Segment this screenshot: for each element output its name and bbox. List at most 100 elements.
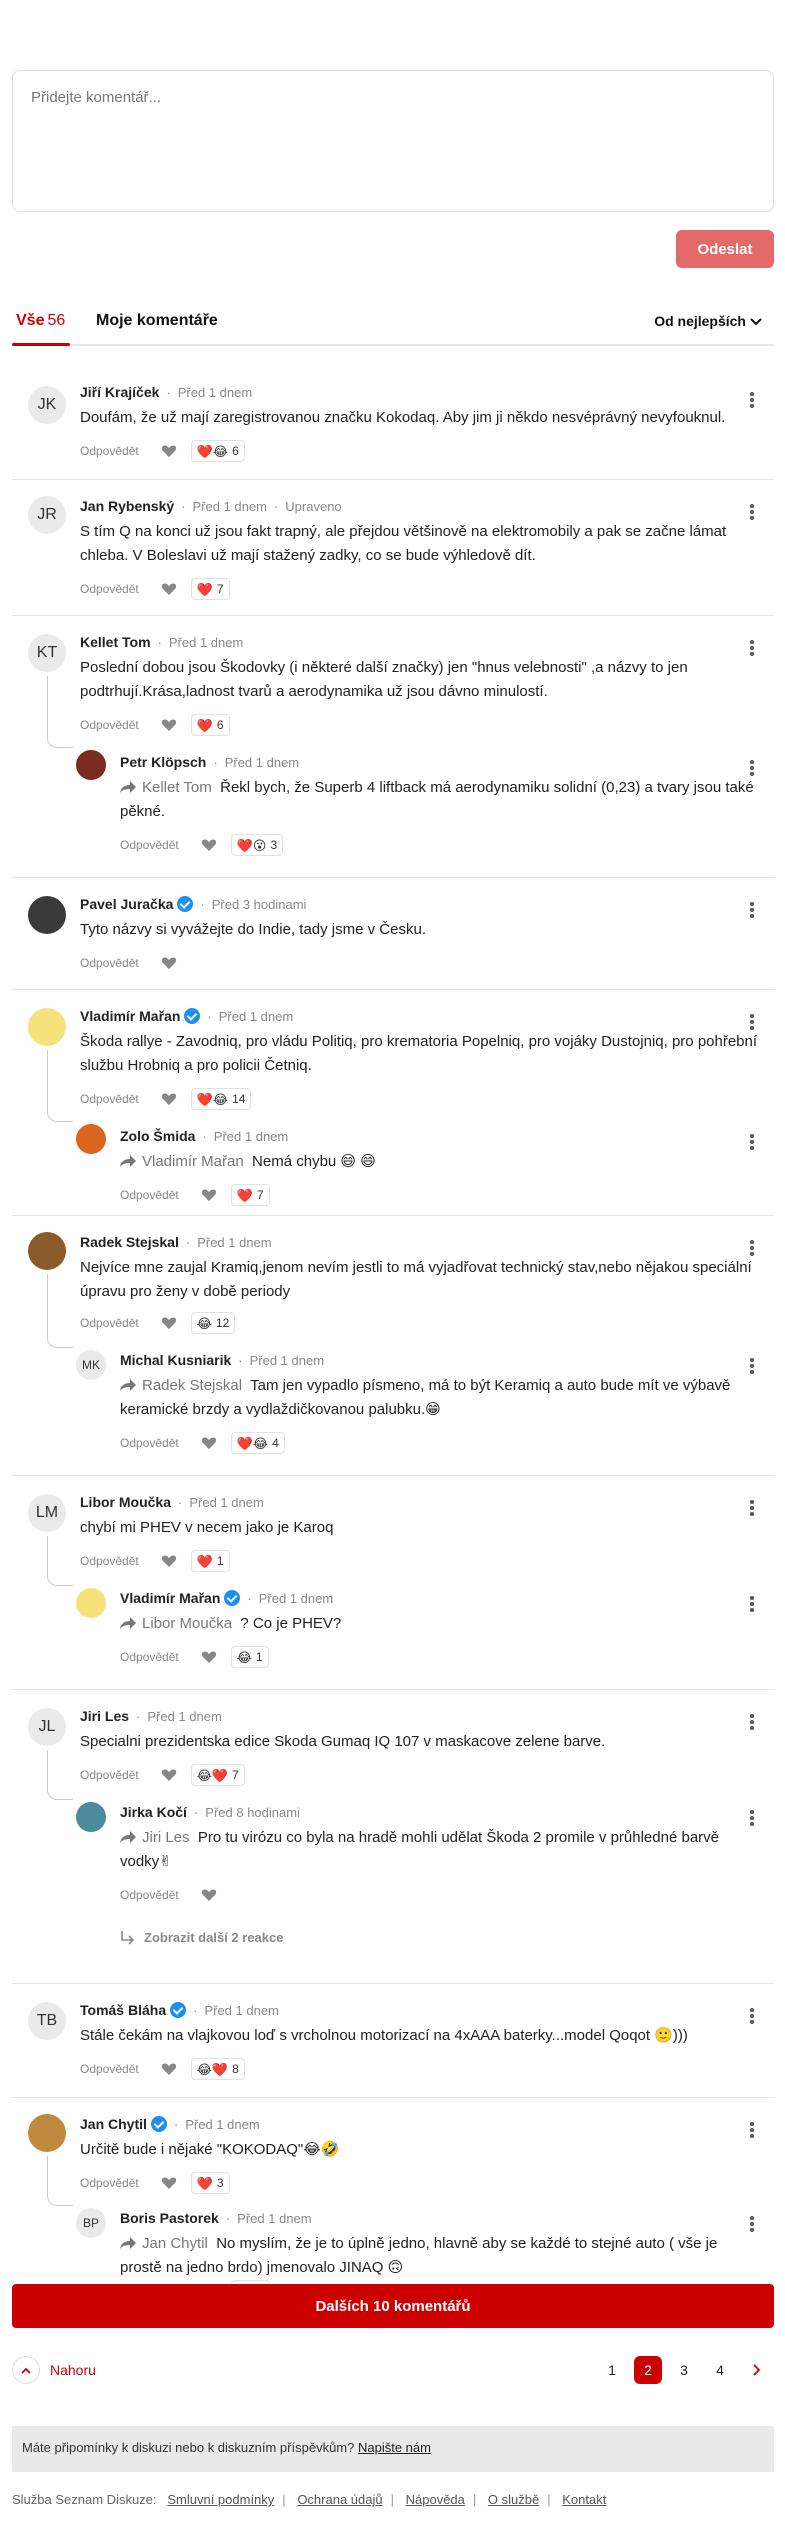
- more-options-icon[interactable]: [750, 1596, 754, 1612]
- reply-to[interactable]: Jiri Les: [120, 1829, 190, 1846]
- reply-button[interactable]: Odpovědět: [80, 718, 139, 732]
- reply-button[interactable]: Odpovědět: [120, 1888, 179, 1902]
- page-link[interactable]: 1: [598, 2356, 626, 2384]
- reactions-badge[interactable]: 😂❤️ 8: [190, 2058, 245, 2080]
- footer-link-help[interactable]: Nápověda: [406, 2492, 465, 2507]
- more-options-icon[interactable]: [750, 1500, 754, 1516]
- heart-outline-icon[interactable]: [161, 444, 177, 458]
- reply-to[interactable]: Radek Stejskal: [120, 1377, 242, 1394]
- more-options-icon[interactable]: [750, 2008, 754, 2024]
- heart-outline-icon[interactable]: [201, 1650, 217, 1664]
- reactions-badge[interactable]: ❤️ 3: [190, 2172, 230, 2194]
- avatar[interactable]: [28, 1232, 66, 1270]
- avatar[interactable]: [76, 1124, 106, 1154]
- reactions-badge[interactable]: ❤️ 6: [190, 714, 230, 736]
- footer-link-contact[interactable]: Kontakt: [562, 2492, 606, 2507]
- show-more-replies-button[interactable]: Zobrazit další 2 reakce: [120, 1930, 283, 1945]
- author-name[interactable]: Jiri Les: [80, 1708, 129, 1724]
- author-name[interactable]: Zolo Šmida: [120, 1128, 195, 1144]
- reactions-badge[interactable]: 😂❤️ 7: [190, 1764, 245, 1786]
- more-options-icon[interactable]: [750, 2122, 754, 2138]
- reply-button[interactable]: Odpovědět: [80, 444, 139, 458]
- avatar[interactable]: [28, 896, 66, 934]
- footer-link-terms[interactable]: Smluvní podmínky: [167, 2492, 274, 2507]
- more-options-icon[interactable]: [750, 392, 754, 408]
- heart-outline-icon[interactable]: [161, 2062, 177, 2076]
- reactions-badge[interactable]: ❤️😂 4: [230, 1432, 285, 1454]
- reply-button[interactable]: Odpovědět: [80, 956, 139, 970]
- reply-to[interactable]: Libor Moučka: [120, 1615, 232, 1632]
- heart-outline-icon[interactable]: [201, 1188, 217, 1202]
- author-name[interactable]: Jan Rybenský: [80, 498, 174, 514]
- heart-outline-icon[interactable]: [161, 1316, 177, 1330]
- reply-button[interactable]: Odpovědět: [120, 1436, 179, 1450]
- sort-dropdown[interactable]: Od nejlepších: [654, 313, 762, 329]
- reply-button[interactable]: Odpovědět: [80, 1768, 139, 1782]
- author-name[interactable]: Jirka Kočí: [120, 1804, 187, 1820]
- avatar[interactable]: MK: [76, 1350, 106, 1380]
- avatar[interactable]: KT: [28, 634, 66, 672]
- author-name[interactable]: Tomáš Bláha: [80, 2002, 166, 2018]
- avatar[interactable]: TB: [28, 2002, 66, 2040]
- avatar[interactable]: [76, 750, 106, 780]
- avatar[interactable]: BP: [76, 2208, 106, 2238]
- avatar[interactable]: JR: [28, 496, 66, 534]
- heart-outline-icon[interactable]: [201, 1436, 217, 1450]
- author-name[interactable]: Jan Chytil: [80, 2116, 147, 2132]
- more-options-icon[interactable]: [750, 1358, 754, 1374]
- author-name[interactable]: Vladimír Mařan: [120, 1590, 220, 1606]
- more-options-icon[interactable]: [750, 640, 754, 656]
- reactions-badge[interactable]: 😂 1: [230, 1646, 269, 1668]
- reply-button[interactable]: Odpovědět: [120, 1650, 179, 1664]
- footer-link-privacy[interactable]: Ochrana údajů: [297, 2492, 382, 2507]
- reactions-badge[interactable]: ❤️😂 6: [190, 440, 245, 462]
- page-link[interactable]: 4: [706, 2356, 734, 2384]
- more-options-icon[interactable]: [750, 1014, 754, 1030]
- heart-outline-icon[interactable]: [161, 718, 177, 732]
- more-options-icon[interactable]: [750, 1134, 754, 1150]
- scroll-top-link[interactable]: Nahoru: [12, 2356, 96, 2384]
- author-name[interactable]: Kellet Tom: [80, 634, 151, 650]
- avatar[interactable]: [28, 2114, 66, 2152]
- reply-to[interactable]: Jan Chytil: [120, 2235, 208, 2252]
- reply-button[interactable]: Odpovědět: [80, 1316, 139, 1330]
- reply-button[interactable]: Odpovědět: [120, 838, 179, 852]
- reply-button[interactable]: Odpovědět: [80, 1092, 139, 1106]
- more-options-icon[interactable]: [750, 902, 754, 918]
- heart-outline-icon[interactable]: [201, 1888, 217, 1902]
- avatar[interactable]: [28, 1008, 66, 1046]
- reply-button[interactable]: Odpovědět: [120, 1188, 179, 1202]
- more-options-icon[interactable]: [750, 1810, 754, 1826]
- reactions-badge[interactable]: ❤️😂 14: [190, 1088, 252, 1110]
- reactions-badge[interactable]: ❤️😮 3: [230, 834, 284, 856]
- avatar[interactable]: JK: [28, 386, 66, 424]
- next-page-icon[interactable]: [742, 2356, 770, 2384]
- comment-compose-box[interactable]: [12, 70, 774, 212]
- heart-outline-icon[interactable]: [161, 1092, 177, 1106]
- more-options-icon[interactable]: [750, 2216, 754, 2232]
- author-name[interactable]: Boris Pastorek: [120, 2210, 219, 2226]
- footer-link-about[interactable]: O službě: [488, 2492, 539, 2507]
- send-button[interactable]: Odeslat: [676, 230, 774, 268]
- author-name[interactable]: Vladimír Mařan: [80, 1008, 180, 1024]
- author-name[interactable]: Pavel Juračka: [80, 896, 173, 912]
- author-name[interactable]: Petr Klöpsch: [120, 754, 206, 770]
- reply-to[interactable]: Kellet Tom: [120, 779, 212, 796]
- author-name[interactable]: Radek Stejskal: [80, 1234, 179, 1250]
- heart-outline-icon[interactable]: [201, 838, 217, 852]
- load-more-comments-button[interactable]: Dalších 10 komentářů: [12, 2284, 774, 2328]
- more-options-icon[interactable]: [750, 1714, 754, 1730]
- reactions-badge[interactable]: ❤️ 7: [190, 578, 230, 600]
- tab-all[interactable]: Vše 56: [16, 312, 65, 330]
- author-name[interactable]: Michal Kusniarik: [120, 1352, 231, 1368]
- tab-my-comments[interactable]: Moje komentáře: [96, 312, 218, 330]
- reply-to[interactable]: Vladimír Mařan: [120, 1153, 244, 1170]
- heart-outline-icon[interactable]: [161, 956, 177, 970]
- avatar[interactable]: [76, 1588, 106, 1618]
- heart-outline-icon[interactable]: [161, 1554, 177, 1568]
- reply-button[interactable]: Odpovědět: [80, 1554, 139, 1568]
- author-name[interactable]: Libor Moučka: [80, 1494, 171, 1510]
- page-link-current[interactable]: 2: [634, 2356, 662, 2384]
- more-options-icon[interactable]: [750, 504, 754, 520]
- reactions-badge[interactable]: ❤️ 1: [190, 1550, 230, 1572]
